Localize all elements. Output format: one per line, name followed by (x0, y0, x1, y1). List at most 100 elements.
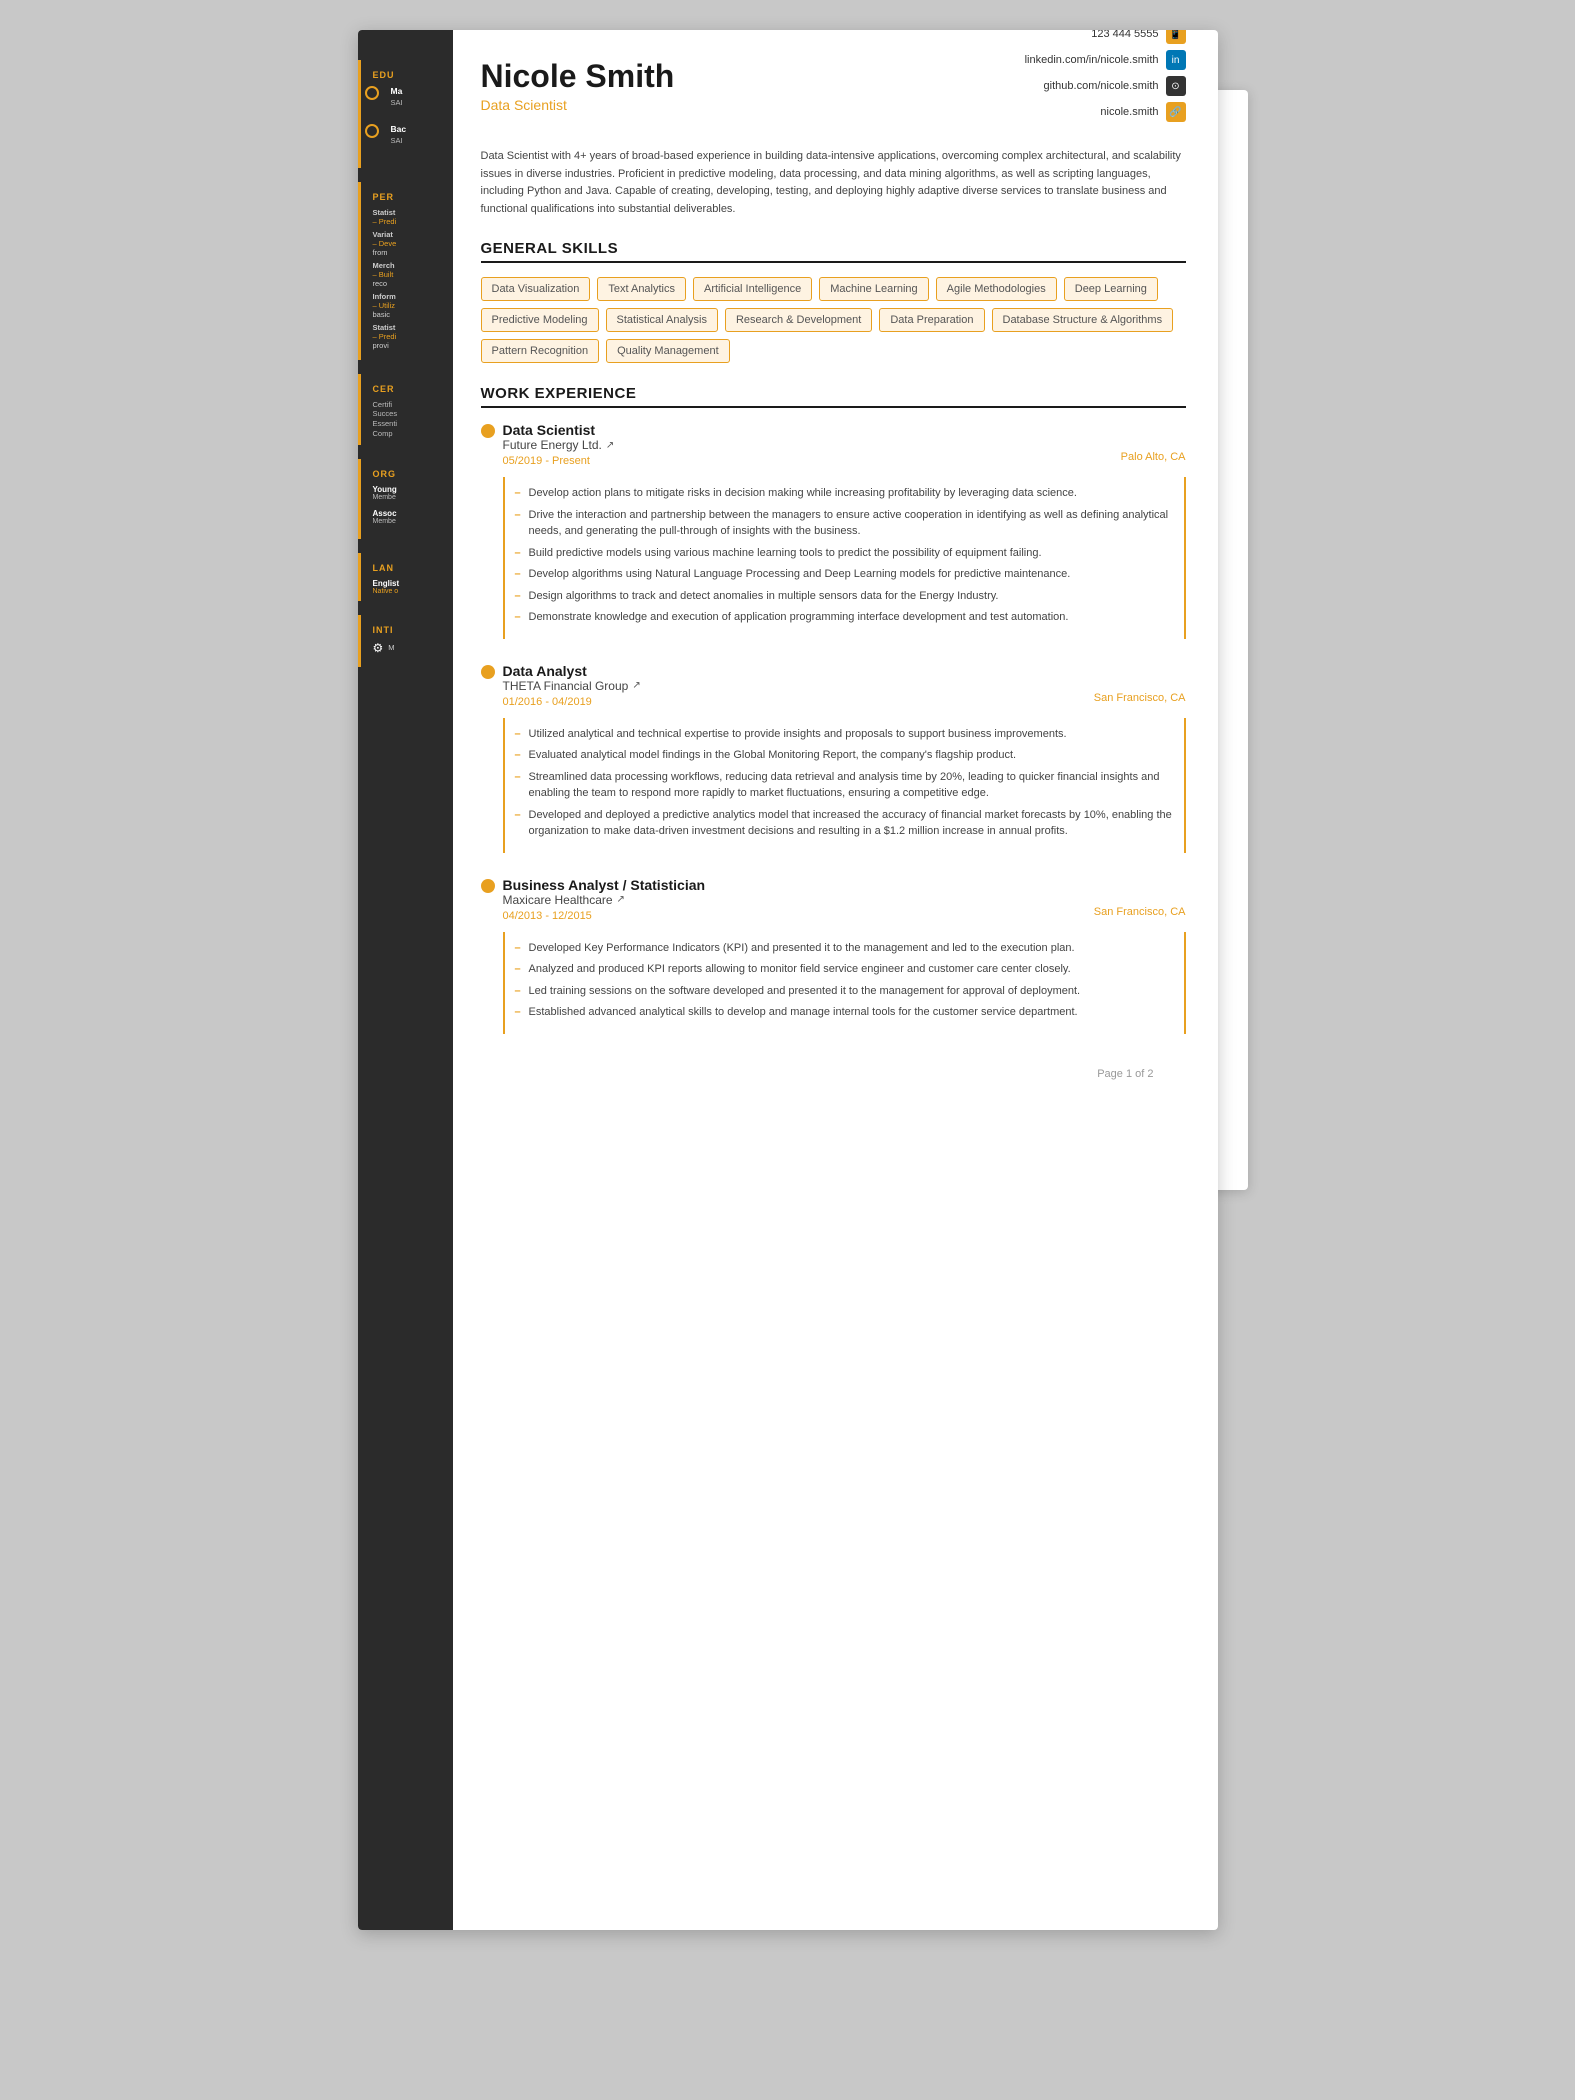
contact-github: github.com/nicole.smith ⊙ (1025, 76, 1186, 96)
sidebar-edu-item-1: Ma SAI (373, 86, 441, 108)
linkedin-text: linkedin.com/in/nicole.smith (1025, 54, 1159, 66)
skill-deep-learning: Deep Learning (1064, 277, 1158, 301)
job-bullet-2-2: Evaluated analytical model findings in t… (515, 747, 1174, 764)
job-location-2: San Francisco, CA (1094, 692, 1186, 704)
skill-text-analytics: Text Analytics (597, 277, 686, 301)
sidebar-int-section: INTI ⚙ M (358, 615, 453, 667)
sidebar: EDU Ma SAI Bac SAI PER (358, 30, 453, 1930)
company-name-2: THETA Financial Group (503, 679, 629, 693)
sidebar-edu-title: EDU (373, 70, 441, 80)
skill-statistical-analysis: Statistical Analysis (606, 308, 718, 332)
job-bullet-1-1: Develop action plans to mitigate risks i… (515, 485, 1174, 502)
job-company-2: THETA Financial Group ↗ (503, 679, 1186, 693)
skills-section: GENERAL SKILLS Data Visualization Text A… (481, 240, 1186, 363)
skill-data-visualization: Data Visualization (481, 277, 591, 301)
job-item-1: Data Scientist Future Energy Ltd. ↗ 05/2… (481, 422, 1186, 639)
job-location-1: Palo Alto, CA (1121, 451, 1186, 463)
job-meta-3: 04/2013 - 12/2015 San Francisco, CA (503, 910, 1186, 924)
skill-agile-methodologies: Agile Methodologies (936, 277, 1057, 301)
job-dates-2: 01/2016 - 04/2019 (503, 696, 1186, 708)
company-link-icon-2: ↗ (632, 680, 640, 691)
job-bullet-1-5: Design algorithms to track and detect an… (515, 588, 1174, 605)
phone-icon: 📱 (1166, 30, 1186, 44)
per-item-4: Inform– Utilizbasic (373, 292, 441, 319)
summary-text: Data Scientist with 4+ years of broad-ba… (481, 148, 1186, 218)
company-link-icon-1: ↗ (606, 440, 614, 451)
per-item-5: Statist– Prediprovi (373, 323, 441, 350)
contact-area: nicole@novoresume.com ✉ 123 444 5555 📱 l… (1025, 30, 1186, 128)
sidebar-org-title: ORG (373, 469, 441, 479)
contact-linkedin: linkedin.com/in/nicole.smith in (1025, 50, 1186, 70)
job-title-3: Business Analyst / Statistician (503, 877, 1186, 893)
website-text: nicole.smith (1100, 106, 1158, 118)
job-bullet-2-4: Developed and deployed a predictive anal… (515, 807, 1174, 840)
cert-item-2: Succes (373, 409, 441, 419)
int-icon-1: ⚙ (373, 641, 384, 655)
job-meta-2: 01/2016 - 04/2019 San Francisco, CA (503, 696, 1186, 710)
skill-machine-learning: Machine Learning (819, 277, 928, 301)
per-item-2: Variat– Devefrom (373, 230, 441, 257)
edu-school-1: SAI (391, 98, 441, 108)
work-title: WORK EXPERIENCE (481, 385, 1186, 408)
job-circle-3 (481, 879, 495, 893)
org-name-1: Young (373, 485, 441, 494)
job-bullet-2-1: Utilized analytical and technical expert… (515, 726, 1174, 743)
sidebar-cert-section: CER Certifi Succes EssentiComp (358, 374, 453, 445)
sidebar-per-section: PER Statist– Predi Variat– Devefrom Merc… (358, 182, 453, 360)
edu-degree-2: Bac (391, 124, 441, 134)
per-item-3: Merch– Builtreco (373, 261, 441, 288)
edu-school-2: SAI (391, 136, 441, 146)
job-title-2: Data Analyst (503, 663, 1186, 679)
job-dates-1: 05/2019 - Present (503, 455, 1186, 467)
layout: EDU Ma SAI Bac SAI PER (358, 30, 1218, 1930)
job-circle-2 (481, 665, 495, 679)
job-bullets-2: Utilized analytical and technical expert… (503, 718, 1186, 853)
cert-item-1: Certifi (373, 400, 441, 410)
github-icon: ⊙ (1166, 76, 1186, 96)
sidebar-edu-item-2: Bac SAI (373, 124, 441, 146)
skill-research-development: Research & Development (725, 308, 872, 332)
sidebar-lang-title: LAN (373, 563, 441, 573)
skill-quality-management: Quality Management (606, 339, 730, 363)
edu-degree-1: Ma (391, 86, 441, 96)
job-item-3: Business Analyst / Statistician Maxicare… (481, 877, 1186, 1034)
company-name-1: Future Energy Ltd. (503, 438, 602, 452)
job-bullet-3-3: Led training sessions on the software de… (515, 983, 1174, 1000)
org-role-2: Membe (373, 518, 441, 525)
job-bullet-3-4: Established advanced analytical skills t… (515, 1004, 1174, 1021)
job-bullets-3: Developed Key Performance Indicators (KP… (503, 932, 1186, 1034)
page-number: Page 1 of 2 (481, 1058, 1186, 1096)
edu-circle-2 (365, 124, 379, 138)
job-item-2: Data Analyst THETA Financial Group ↗ 01/… (481, 663, 1186, 853)
phone-text: 123 444 5555 (1091, 30, 1158, 40)
job-bullet-1-2: Drive the interaction and partnership be… (515, 507, 1174, 540)
job-company-1: Future Energy Ltd. ↗ (503, 438, 1186, 452)
pages-wrapper: Page 2 of 2 EDU Ma SAI Bac SAI (358, 30, 1218, 1930)
skills-title: GENERAL SKILLS (481, 240, 1186, 263)
org-role-1: Membe (373, 494, 441, 501)
cert-item-3: EssentiComp (373, 419, 441, 439)
org-item-2: Assoc Membe (373, 509, 441, 525)
page-1: EDU Ma SAI Bac SAI PER (358, 30, 1218, 1930)
skill-artificial-intelligence: Artificial Intelligence (693, 277, 812, 301)
job-meta-1: 05/2019 - Present Palo Alto, CA (503, 455, 1186, 469)
skill-pattern-recognition: Pattern Recognition (481, 339, 600, 363)
job-bullet-1-3: Build predictive models using various ma… (515, 545, 1174, 562)
sidebar-edu-section: EDU Ma SAI Bac SAI (358, 60, 453, 168)
skills-tags: Data Visualization Text Analytics Artifi… (481, 277, 1186, 363)
linkedin-icon: in (1166, 50, 1186, 70)
job-dates-3: 04/2013 - 12/2015 (503, 910, 1186, 922)
github-text: github.com/nicole.smith (1044, 80, 1159, 92)
website-icon: 🔗 (1166, 102, 1186, 122)
org-item-1: Young Membe (373, 485, 441, 501)
skill-predictive-modeling: Predictive Modeling (481, 308, 599, 332)
work-section: WORK EXPERIENCE Data Scientist Future En… (481, 385, 1186, 1034)
job-circle-1 (481, 424, 495, 438)
edu-circle-1 (365, 86, 379, 100)
sidebar-per-title: PER (373, 192, 441, 202)
job-bullet-1-4: Develop algorithms using Natural Languag… (515, 566, 1174, 583)
job-bullet-1-6: Demonstrate knowledge and execution of a… (515, 609, 1174, 626)
int-label-1: M (388, 643, 394, 652)
skill-data-preparation: Data Preparation (879, 308, 984, 332)
main-content: nicole@novoresume.com ✉ 123 444 5555 📱 l… (453, 30, 1218, 1930)
